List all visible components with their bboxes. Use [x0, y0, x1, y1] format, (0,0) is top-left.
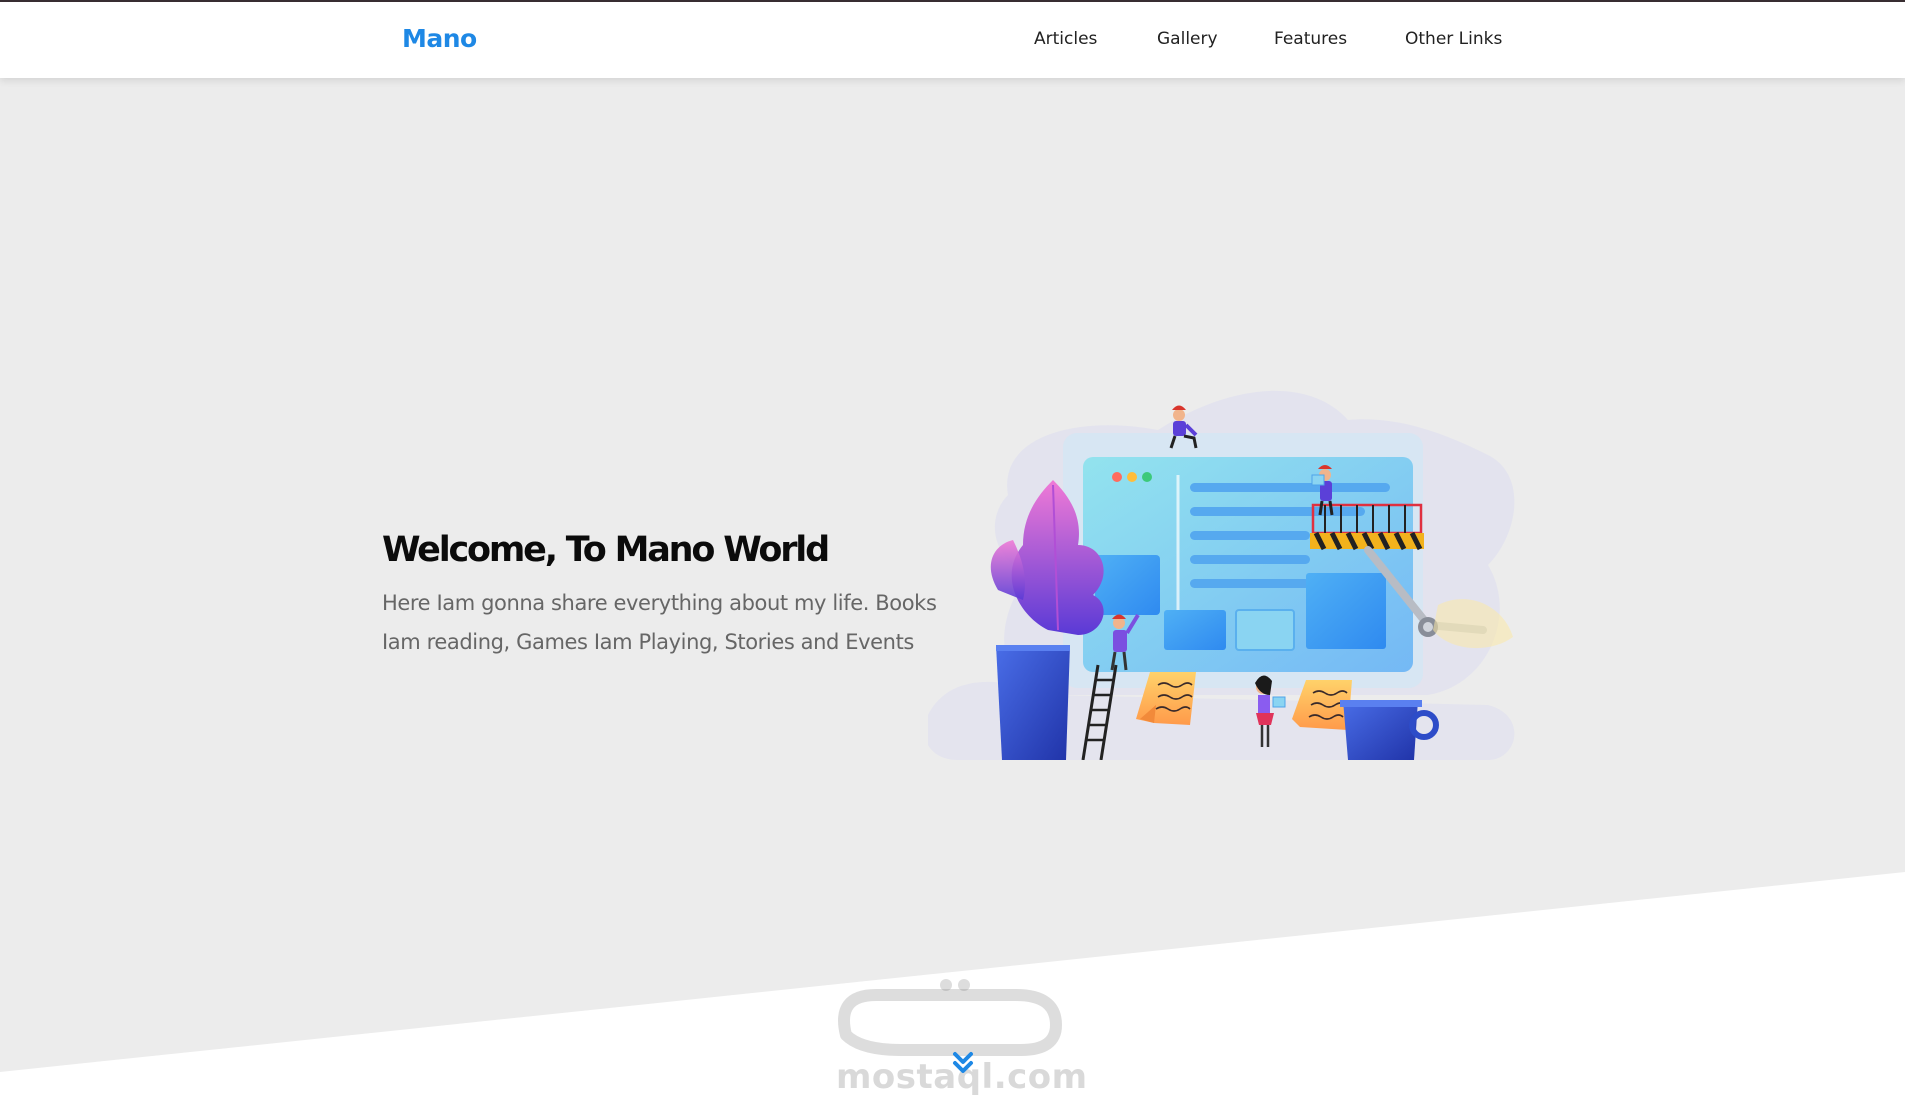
nav-link-articles[interactable]: Articles [1034, 29, 1097, 49]
hero-title: Welcome, To Mano World [382, 530, 830, 570]
logo[interactable]: Mano [402, 24, 477, 53]
hero-illustration [928, 390, 1515, 760]
double-chevron-down-icon[interactable] [948, 1048, 978, 1078]
nav-link-gallery[interactable]: Gallery [1157, 29, 1218, 49]
hero-description: Here Iam gonna share everything about my… [382, 591, 937, 654]
nav-link-features[interactable]: Features [1274, 29, 1347, 49]
site-header: Mano Articles Gallery Features Other Lin… [0, 2, 1905, 78]
nav-link-other-links[interactable]: Other Links [1405, 29, 1502, 49]
page: Mano Articles Gallery Features Other Lin… [0, 0, 1905, 1115]
